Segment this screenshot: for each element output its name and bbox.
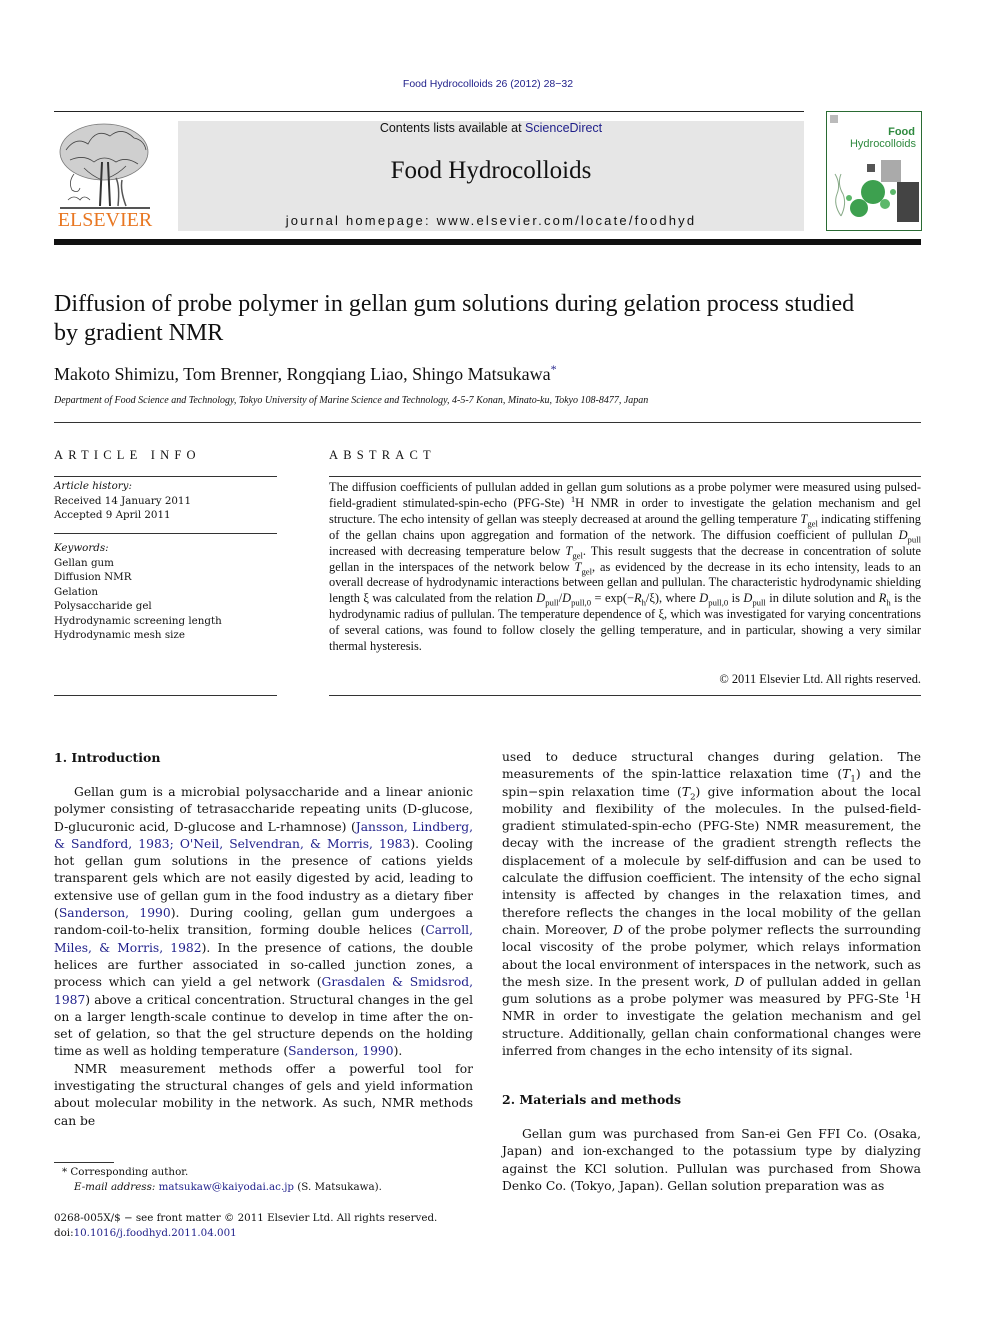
- article-history: Article history: Received 14 January 201…: [54, 479, 277, 523]
- materials-methods-heading: 2. Materials and methods: [502, 1092, 682, 1107]
- methods-paragraph-1: Gellan gum was purchased from San-ei Gen…: [502, 1127, 921, 1193]
- doi-note: doi:10.1016/j.foodhyd.2011.04.001: [54, 1226, 237, 1241]
- article-info-heading: ARTICLE INFO: [54, 448, 201, 462]
- journal-masthead: Contents lists available at ScienceDirec…: [178, 121, 804, 231]
- received-date: Received 14 January 2011: [54, 494, 192, 507]
- keyword-item: Polysaccharide gel: [54, 600, 152, 612]
- keyword-item: Hydrodynamic mesh size: [54, 629, 185, 641]
- cover-artwork-icon: [830, 115, 919, 222]
- keyword-item: Gellan gum: [54, 556, 114, 569]
- reference-link[interactable]: Sanderson, 1990: [288, 1044, 393, 1058]
- contents-prefix: Contents lists available at: [379, 121, 526, 135]
- accepted-date: Accepted 9 April 2011: [54, 509, 171, 521]
- methods-body: Gellan gum was purchased from San-ei Gen…: [502, 1126, 921, 1195]
- title-block-rule: [54, 422, 921, 423]
- keywords-label: Keywords:: [54, 542, 109, 554]
- corresponding-author-mark[interactable]: *: [551, 362, 557, 376]
- keywords-block: Keywords: Gellan gum Diffusion NMR Gelat…: [54, 541, 277, 643]
- history-rule: [54, 533, 277, 534]
- masthead-bottom-rule: [54, 239, 921, 245]
- introduction-heading: 1. Introduction: [54, 750, 161, 765]
- elsevier-logo: ELSEVIER: [54, 120, 156, 232]
- introduction-body-right: used to deduce structural changes during…: [502, 749, 921, 1060]
- journal-cover-thumbnail[interactable]: Food Hydrocolloids: [826, 111, 922, 231]
- contents-available-line: Contents lists available at ScienceDirec…: [178, 121, 804, 135]
- journal-homepage[interactable]: journal homepage: www.elsevier.com/locat…: [178, 213, 804, 228]
- intro-paragraph-2-continued: used to deduce structural changes during…: [502, 750, 921, 1059]
- history-label: Article history:: [54, 480, 132, 492]
- front-matter-note: 0268-005X/$ − see front matter © 2011 El…: [54, 1212, 438, 1224]
- email-suffix: (S. Matsukawa).: [294, 1181, 382, 1193]
- email-note: E-mail address: matsukaw@kaiyodai.ac.jp …: [74, 1180, 382, 1195]
- header-rule: [54, 111, 804, 112]
- authors-text: Makoto Shimizu, Tom Brenner, Rongqiang L…: [54, 364, 551, 384]
- abstract-text: The diffusion coefficients of pullulan a…: [329, 480, 922, 654]
- elsevier-tree-icon: [59, 123, 150, 209]
- author-list: Makoto Shimizu, Tom Brenner, Rongqiang L…: [54, 362, 557, 385]
- elsevier-wordmark: ELSEVIER: [57, 209, 153, 231]
- keyword-item: Diffusion NMR: [54, 571, 132, 583]
- abstract-bottom-rule: [329, 695, 921, 696]
- introduction-body-left: Gellan gum is a microbial polysaccharide…: [54, 784, 473, 1130]
- email-link[interactable]: matsukaw@kaiyodai.ac.jp: [159, 1181, 294, 1193]
- corresponding-author-note: * Corresponding author.: [62, 1166, 189, 1178]
- keyword-item: Gelation: [54, 585, 99, 598]
- article-title: Diffusion of probe polymer in gellan gum…: [54, 291, 855, 346]
- article-info-rule: [54, 476, 277, 477]
- abstract-top-rule: [329, 476, 921, 477]
- abstract-copyright: © 2011 Elsevier Ltd. All rights reserved…: [719, 672, 921, 686]
- abstract-heading: ABSTRACT: [329, 448, 436, 462]
- journal-title: Food Hydrocolloids: [390, 157, 592, 184]
- journal-citation[interactable]: Food Hydrocolloids 26 (2012) 28−32: [0, 78, 976, 90]
- intro-paragraph-2: NMR measurement methods offer a powerful…: [54, 1061, 473, 1128]
- email-label: E-mail address:: [74, 1181, 156, 1193]
- intro-paragraph-1: Gellan gum is a microbial polysaccharide…: [54, 785, 474, 1059]
- doi-prefix: doi:: [54, 1227, 74, 1239]
- footnote-rule: [54, 1162, 114, 1163]
- author-affiliation: Department of Food Science and Technolog…: [54, 395, 649, 406]
- keyword-item: Hydrodynamic screening length: [54, 614, 222, 627]
- reference-link[interactable]: Sanderson, 1990: [59, 906, 171, 920]
- keywords-bottom-rule: [54, 695, 277, 696]
- sciencedirect-link[interactable]: ScienceDirect: [525, 121, 602, 135]
- doi-link[interactable]: 10.1016/j.foodhyd.2011.04.001: [74, 1227, 237, 1239]
